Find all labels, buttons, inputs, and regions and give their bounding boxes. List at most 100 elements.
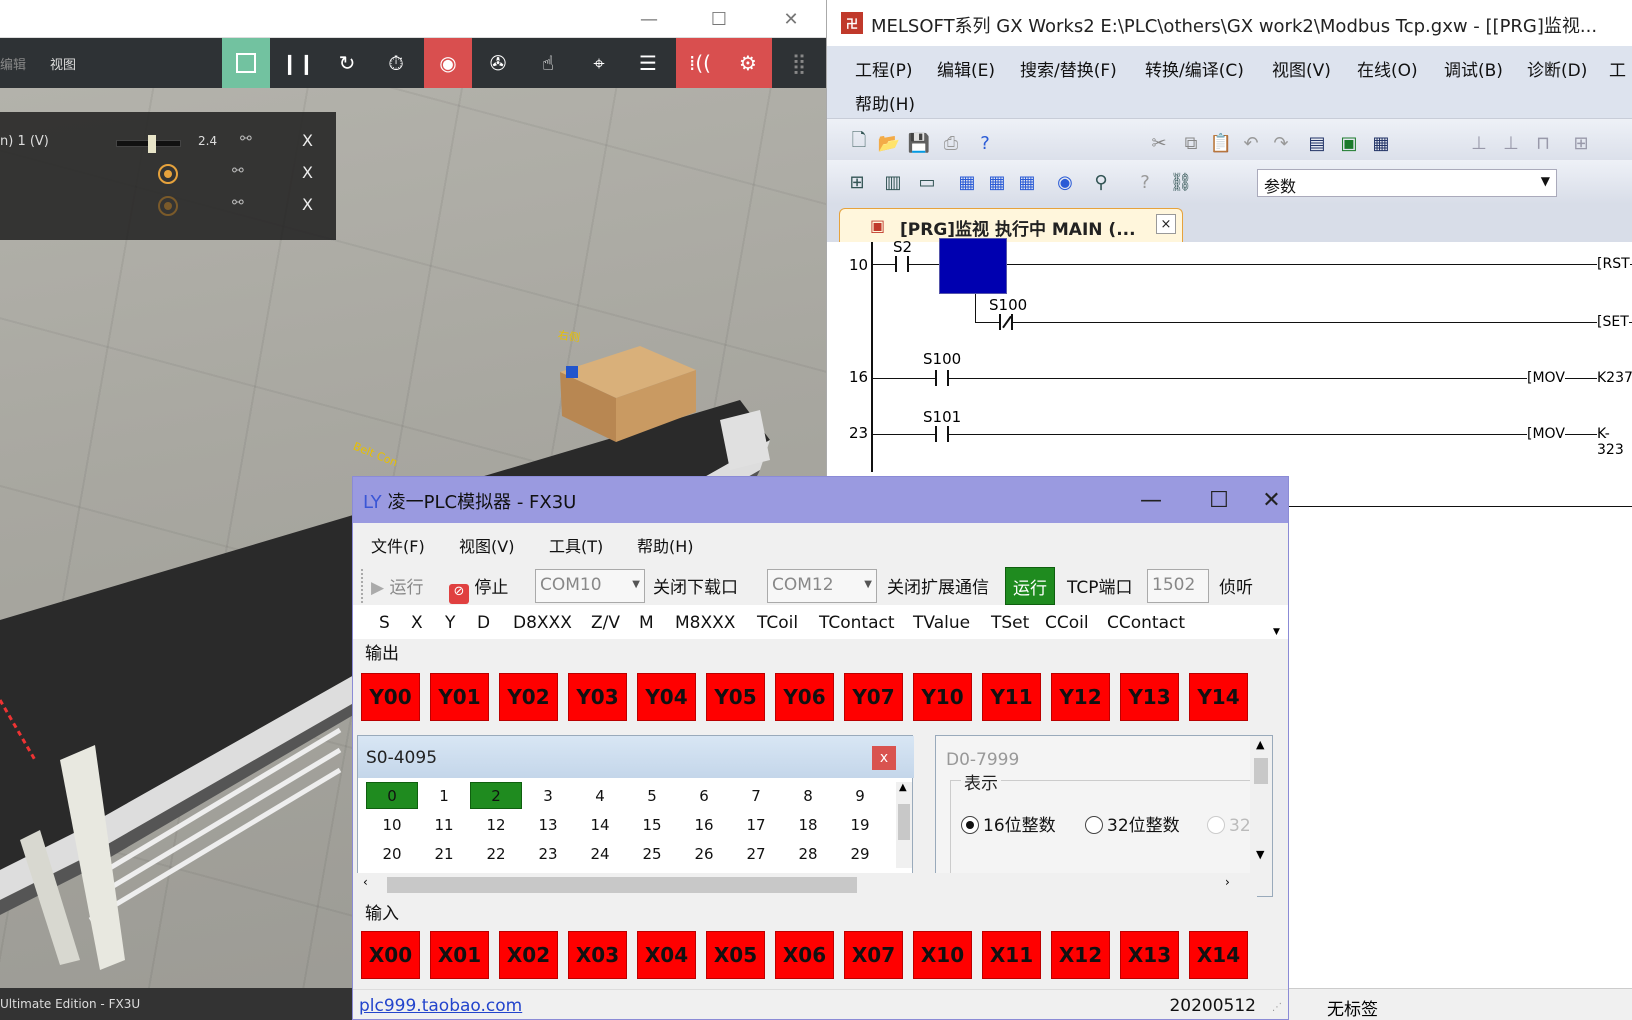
taobao-link[interactable]: plc999.taobao.com bbox=[359, 996, 522, 1016]
radio-16bit[interactable]: 16位整数 bbox=[961, 811, 1056, 836]
listen-button[interactable]: 侦听 bbox=[1219, 573, 1253, 598]
tab-d[interactable]: D bbox=[477, 613, 490, 633]
tab-prg-main[interactable]: ▣ [PRG]监视 执行中 MAIN (... × bbox=[839, 208, 1183, 242]
s-cell[interactable]: 23 bbox=[522, 840, 574, 867]
s-cell[interactable]: 24 bbox=[574, 840, 626, 867]
output-button-y05[interactable]: Y05 bbox=[706, 673, 765, 721]
paste-icon[interactable]: 📋 bbox=[1209, 131, 1233, 155]
input-button-x01[interactable]: X01 bbox=[430, 931, 489, 979]
close-ext-comm-button[interactable]: 关闭扩展通信 bbox=[887, 573, 989, 598]
scroll-up-icon[interactable]: ▲ bbox=[899, 782, 907, 793]
tab-m[interactable]: M bbox=[639, 613, 654, 633]
s-cell[interactable]: 19 bbox=[834, 811, 886, 838]
menu-file[interactable]: 文件(F) bbox=[371, 533, 425, 557]
ladder-edit-icon[interactable]: ⊞ bbox=[1569, 131, 1593, 155]
remove-button[interactable]: X bbox=[302, 195, 313, 214]
menu-project[interactable]: 工程(P) bbox=[855, 56, 913, 81]
s-cell[interactable]: 11 bbox=[418, 811, 470, 838]
open-folder-icon[interactable]: 📂 bbox=[877, 131, 901, 155]
tab-tcoil[interactable]: TCoil bbox=[757, 613, 798, 633]
tabs-dropdown-icon[interactable]: ▼ bbox=[1273, 627, 1280, 637]
input-button-x11[interactable]: X11 bbox=[982, 931, 1041, 979]
output-button-y02[interactable]: Y02 bbox=[499, 673, 558, 721]
s-cell[interactable]: 28 bbox=[782, 840, 834, 867]
watch-glasses-icon[interactable]: ⚯ bbox=[232, 163, 244, 179]
output-button-y14[interactable]: Y14 bbox=[1189, 673, 1248, 721]
tab-y[interactable]: Y bbox=[445, 613, 455, 633]
help-icon[interactable]: ? bbox=[973, 131, 997, 155]
output-button-y00[interactable]: Y00 bbox=[361, 673, 420, 721]
new-file-icon[interactable]: 🗋 bbox=[847, 130, 871, 155]
input-button-x00[interactable]: X00 bbox=[361, 931, 420, 979]
s-cell[interactable]: 26 bbox=[678, 840, 730, 867]
device-icon[interactable]: ▦ bbox=[955, 170, 979, 194]
output-button-y11[interactable]: Y11 bbox=[982, 673, 1041, 721]
device-test-icon[interactable]: ▦ bbox=[1015, 170, 1039, 194]
output-button-y06[interactable]: Y06 bbox=[775, 673, 834, 721]
navigation-icon[interactable]: ⊞ bbox=[845, 170, 869, 194]
input-button-x14[interactable]: X14 bbox=[1189, 931, 1248, 979]
tab-tset[interactable]: TSet bbox=[991, 613, 1029, 633]
s-cell[interactable]: 0 bbox=[366, 782, 418, 809]
plc-read-icon[interactable]: ▤ bbox=[1305, 131, 1329, 155]
s-cell[interactable]: 8 bbox=[782, 782, 834, 809]
s-cell[interactable]: 17 bbox=[730, 811, 782, 838]
close-download-button[interactable]: 关闭下载口 bbox=[653, 573, 738, 598]
input-button-x13[interactable]: X13 bbox=[1120, 931, 1179, 979]
input-button-x03[interactable]: X03 bbox=[568, 931, 627, 979]
remove-button[interactable]: X bbox=[302, 163, 313, 182]
download-com-select[interactable]: COM10 ▼ bbox=[535, 569, 645, 603]
tab-d8xxx[interactable]: D8XXX bbox=[513, 613, 572, 633]
s-cell[interactable]: 12 bbox=[470, 811, 522, 838]
output-button-y12[interactable]: Y12 bbox=[1051, 673, 1110, 721]
stop-button[interactable]: ⊘ 停止 bbox=[449, 573, 508, 604]
ladder-line-icon[interactable]: ⊓ bbox=[1531, 131, 1555, 155]
s-cell[interactable]: 14 bbox=[574, 811, 626, 838]
s-cell[interactable]: 18 bbox=[782, 811, 834, 838]
sensor-off-indicator[interactable] bbox=[158, 196, 178, 216]
input-button-x02[interactable]: X02 bbox=[499, 931, 558, 979]
ladder-coil-icon[interactable]: ⊥ bbox=[1499, 131, 1523, 155]
s-cell[interactable]: 5 bbox=[626, 782, 678, 809]
input-button-x12[interactable]: X12 bbox=[1051, 931, 1110, 979]
s-panel-vscroll[interactable]: ▲ bbox=[896, 782, 912, 868]
s-cell[interactable]: 20 bbox=[366, 840, 418, 867]
menu-tool[interactable]: 工 bbox=[1609, 56, 1626, 81]
cut-icon[interactable]: ✂ bbox=[1147, 131, 1171, 155]
nc-contact[interactable] bbox=[999, 314, 1013, 330]
print-icon[interactable]: ⎙ bbox=[939, 131, 963, 155]
window-icon[interactable]: ▭ bbox=[915, 170, 939, 194]
ext-com-select[interactable]: COM12 ▼ bbox=[767, 569, 877, 603]
scroll-right-icon[interactable]: › bbox=[1225, 875, 1230, 889]
pulse-contact[interactable] bbox=[935, 370, 949, 386]
output-button-y13[interactable]: Y13 bbox=[1120, 673, 1179, 721]
cursor-block[interactable] bbox=[939, 238, 1007, 294]
menu-debug[interactable]: 调试(B) bbox=[1444, 56, 1503, 81]
hscroll-thumb[interactable] bbox=[387, 877, 857, 893]
output-button-y04[interactable]: Y04 bbox=[637, 673, 696, 721]
d-panel-vscroll[interactable]: ▲ ▼ bbox=[1250, 736, 1272, 896]
copy-icon[interactable]: ⧉ bbox=[1179, 131, 1203, 155]
search-device-icon[interactable]: ⚲ bbox=[1089, 170, 1113, 194]
no-contact[interactable] bbox=[895, 256, 909, 272]
output-button-y10[interactable]: Y10 bbox=[913, 673, 972, 721]
help-icon-2[interactable]: ? bbox=[1133, 170, 1157, 194]
menu-view[interactable]: 视图(V) bbox=[459, 533, 514, 557]
menu-convert[interactable]: 转换/编译(C) bbox=[1145, 56, 1244, 81]
output-button-y03[interactable]: Y03 bbox=[568, 673, 627, 721]
s-cell[interactable]: 25 bbox=[626, 840, 678, 867]
panel-hscroll[interactable]: ‹ › bbox=[357, 873, 1257, 897]
s-cell[interactable]: 10 bbox=[366, 811, 418, 838]
binoculars-icon[interactable]: ⛓ bbox=[1169, 170, 1193, 194]
ladder-contact-icon[interactable]: ⊥ bbox=[1467, 131, 1491, 155]
input-button-x10[interactable]: X10 bbox=[913, 931, 972, 979]
tab-tvalue[interactable]: TValue bbox=[913, 613, 970, 633]
menu-edit[interactable]: 编辑(E) bbox=[937, 56, 995, 81]
close-button[interactable]: ✕ bbox=[1253, 477, 1288, 523]
s-cell[interactable]: 9 bbox=[834, 782, 886, 809]
input-button-x05[interactable]: X05 bbox=[706, 931, 765, 979]
resize-grip-icon[interactable]: ⋰ bbox=[1272, 1002, 1282, 1013]
cpu-icon[interactable]: ▥ bbox=[881, 170, 905, 194]
watch-glasses-icon[interactable]: ⚯ bbox=[232, 195, 244, 211]
input-button-x06[interactable]: X06 bbox=[775, 931, 834, 979]
